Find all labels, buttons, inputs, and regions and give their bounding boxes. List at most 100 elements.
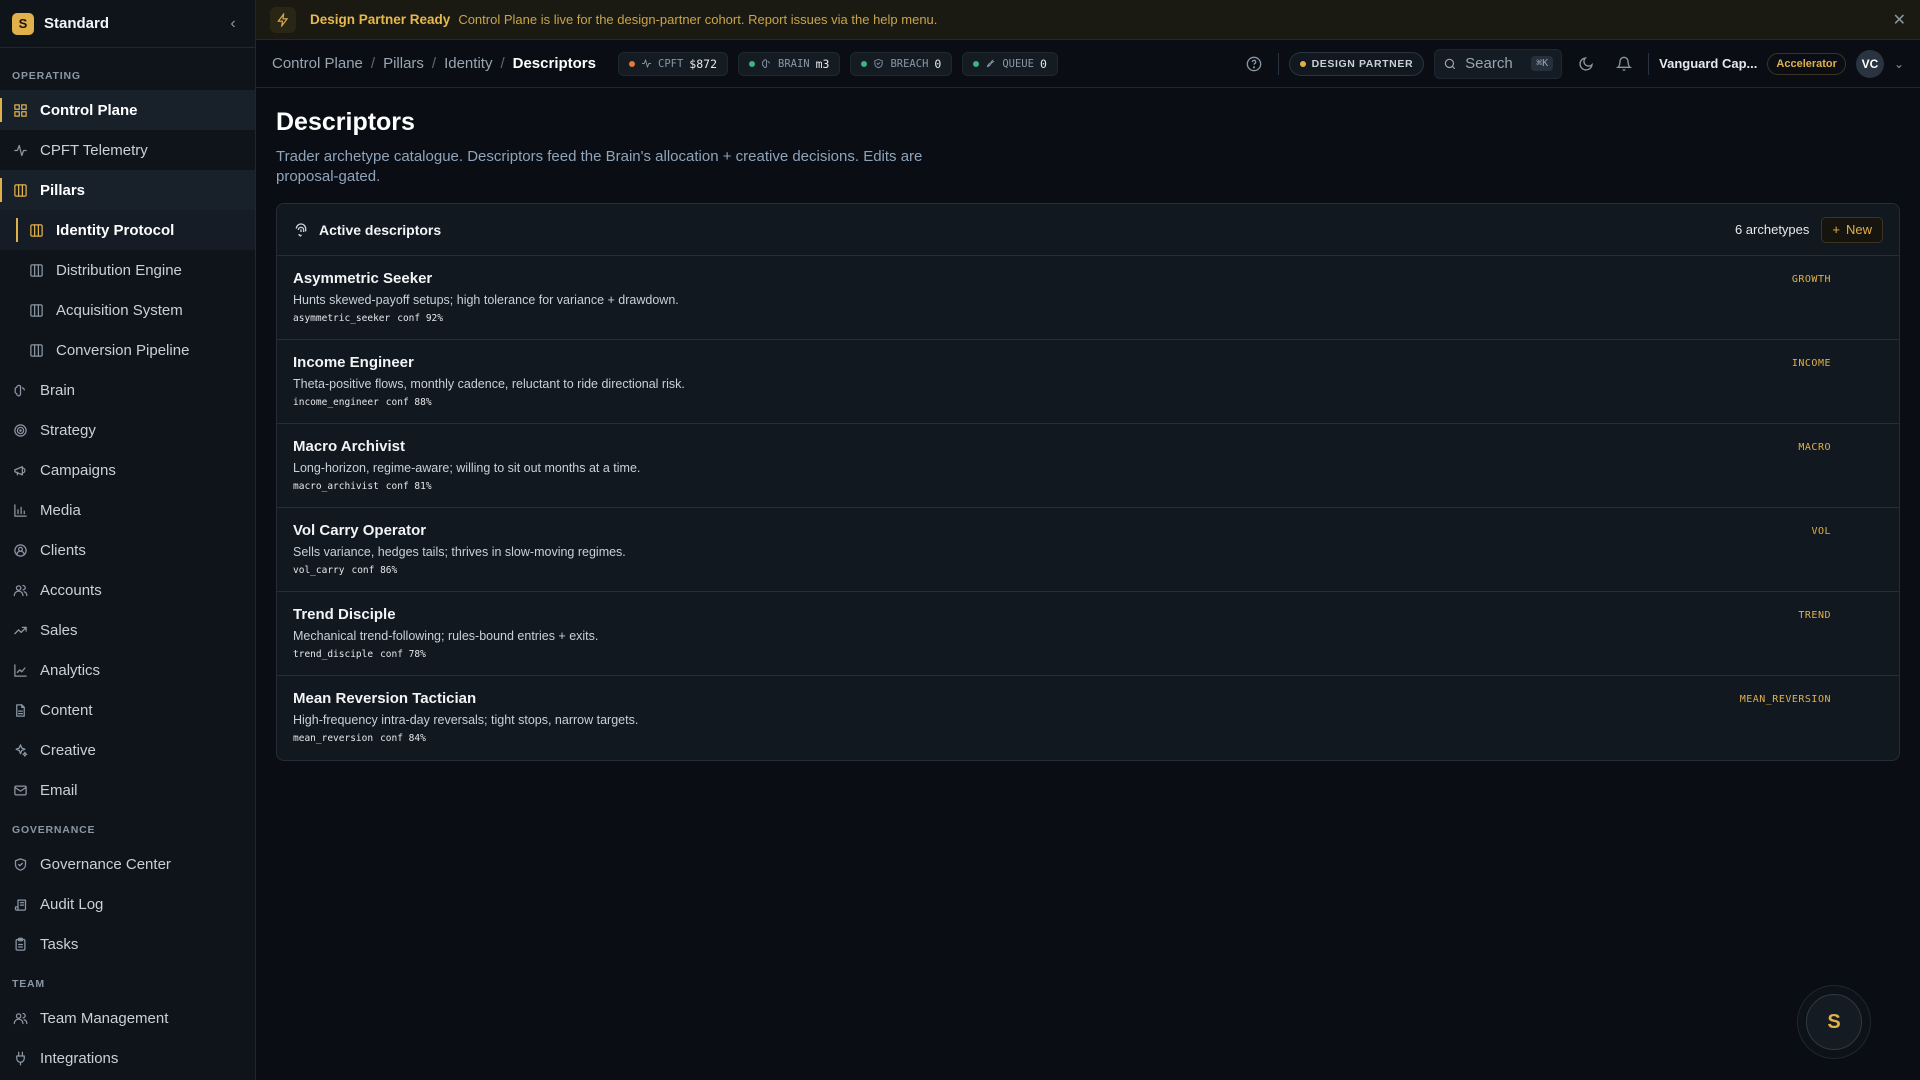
page-description: Trader archetype catalogue. Descriptors … bbox=[276, 148, 923, 185]
sidebar-item-campaigns[interactable]: Campaigns bbox=[0, 450, 255, 490]
target-icon bbox=[12, 422, 28, 438]
close-icon[interactable]: ✕ bbox=[1893, 10, 1906, 30]
sidebar-item-label: CPFT Telemetry bbox=[40, 141, 148, 159]
sidebar-item-identity-protocol[interactable]: Identity Protocol bbox=[0, 210, 255, 250]
sidebar-item-label: Conversion Pipeline bbox=[56, 341, 190, 359]
metric-chip-cpft[interactable]: CPFT $872 bbox=[618, 51, 728, 76]
status-dot bbox=[1299, 60, 1306, 67]
metric-value: 0 bbox=[1039, 56, 1047, 71]
sidebar-item-clients[interactable]: Clients bbox=[0, 530, 255, 570]
sidebar-item-cpft-telemetry[interactable]: CPFT Telemetry bbox=[0, 130, 255, 170]
descriptor-meta: mean_reversion conf 84% bbox=[293, 733, 1831, 744]
descriptor-row[interactable]: Mean Reversion Tactician High-frequency i… bbox=[277, 676, 1899, 760]
sidebar-item-label: Distribution Engine bbox=[56, 261, 182, 279]
org-name[interactable]: Vanguard Cap... bbox=[1659, 56, 1757, 71]
sidebar-item-acquisition-system[interactable]: Acquisition System bbox=[0, 290, 255, 330]
sidebar-item-accounts[interactable]: Accounts bbox=[0, 570, 255, 610]
status-dot bbox=[861, 60, 868, 67]
sidebar-item-tasks[interactable]: Tasks bbox=[0, 924, 255, 964]
sidebar-item-content[interactable]: Content bbox=[0, 690, 255, 730]
columns-icon bbox=[28, 302, 44, 318]
sidebar-item-label: Integrations bbox=[40, 1049, 119, 1067]
descriptor-meta: macro_archivist conf 81% bbox=[293, 481, 1831, 492]
status-dot bbox=[749, 60, 755, 67]
sidebar-item-media[interactable]: Media bbox=[0, 490, 255, 530]
sidebar-item-brain[interactable]: Brain bbox=[0, 370, 255, 410]
columns-icon bbox=[28, 342, 44, 358]
sidebar-item-team-management[interactable]: Team Management bbox=[0, 998, 255, 1038]
badge-label: DESIGN PARTNER bbox=[1311, 57, 1414, 70]
breadcrumb-separator: / bbox=[431, 55, 437, 72]
breadcrumb-item[interactable]: Identity bbox=[444, 55, 492, 72]
descriptor-meta: asymmetric_seeker conf 92% bbox=[293, 313, 1831, 324]
clipboard-icon bbox=[12, 936, 28, 952]
breadcrumb-item[interactable]: Pillars bbox=[383, 55, 424, 72]
scroll-icon bbox=[12, 896, 28, 912]
sidebar-item-email[interactable]: Email bbox=[0, 770, 255, 810]
columns-icon bbox=[28, 262, 44, 278]
help-icon[interactable] bbox=[1240, 50, 1268, 78]
sidebar-item-integrations[interactable]: Integrations bbox=[0, 1038, 255, 1078]
sidebar-item-audit-log[interactable]: Audit Log bbox=[0, 884, 255, 924]
descriptor-key: asymmetric_seeker bbox=[293, 313, 391, 324]
sidebar-item-sales[interactable]: Sales bbox=[0, 610, 255, 650]
sidebar-item-control-plane[interactable]: Control Plane bbox=[0, 90, 255, 130]
breadcrumb-item: Descriptors bbox=[512, 55, 596, 72]
sidebar-item-analytics[interactable]: Analytics bbox=[0, 650, 255, 690]
descriptor-row[interactable]: Macro Archivist Long-horizon, regime-awar… bbox=[277, 424, 1899, 508]
sidebar-item-label: Audit Log bbox=[40, 895, 104, 913]
new-descriptor-button[interactable]: + New bbox=[1821, 216, 1883, 243]
sidebar-item-label: Analytics bbox=[40, 661, 101, 679]
line-chart-icon bbox=[12, 662, 28, 678]
descriptor-row[interactable]: Asymmetric Seeker Hunts skewed-payoff set… bbox=[277, 256, 1899, 340]
descriptor-confidence: conf 84% bbox=[380, 733, 426, 744]
descriptor-row[interactable]: Vol Carry Operator Sells variance, hedges… bbox=[277, 508, 1899, 592]
metric-label: BREACH bbox=[890, 57, 929, 70]
sidebar-item-strategy[interactable]: Strategy bbox=[0, 410, 255, 450]
sidebar-item-distribution-engine[interactable]: Distribution Engine bbox=[0, 250, 255, 290]
sidebar-item-pillars[interactable]: Pillars bbox=[0, 170, 255, 210]
topbar: Control Plane / Pillars / Identity / Descripto… bbox=[256, 40, 1920, 88]
search-icon bbox=[1444, 58, 1456, 69]
metric-chips: CPFT $872 BRAIN m3 BREACH 0 QUEUE 0 bbox=[618, 51, 1058, 76]
metric-chip-breach[interactable]: BREACH 0 bbox=[850, 51, 953, 76]
descriptor-name: Macro Archivist bbox=[293, 438, 405, 455]
status-dot bbox=[629, 60, 635, 67]
sidebar-item-governance-center[interactable]: Governance Center bbox=[0, 844, 255, 884]
sidebar-item-label: Team Management bbox=[40, 1009, 169, 1027]
shield-icon bbox=[873, 58, 884, 69]
breadcrumb-separator: / bbox=[370, 55, 376, 72]
descriptor-row[interactable]: Trend Disciple Mechanical trend-following… bbox=[277, 592, 1899, 676]
sidebar-item-label: Sales bbox=[40, 621, 78, 639]
descriptor-key: trend_disciple bbox=[293, 649, 374, 660]
breadcrumb-item[interactable]: Control Plane bbox=[272, 55, 363, 72]
avatar[interactable]: VC bbox=[1855, 49, 1884, 78]
descriptor-name: Income Engineer bbox=[293, 354, 414, 371]
workspace-name: Standard bbox=[44, 15, 110, 32]
status-dot bbox=[973, 60, 980, 67]
bell-icon[interactable] bbox=[1610, 50, 1638, 78]
metric-chip-queue[interactable]: QUEUE 0 bbox=[962, 51, 1058, 76]
sidebar-nav: OPERATING Control Plane CPFT Telemetry Pill… bbox=[0, 48, 255, 1080]
descriptor-tag: INCOME bbox=[1791, 358, 1831, 369]
sidebar-section-label: OPERATING bbox=[12, 70, 81, 82]
workspace-switcher[interactable]: S Standard ‹ bbox=[0, 0, 255, 48]
search-input[interactable]: Search ⌘K bbox=[1434, 48, 1563, 79]
descriptor-row[interactable]: Income Engineer Theta-positive flows, mon… bbox=[277, 340, 1899, 424]
collapse-sidebar-icon[interactable]: ‹ bbox=[223, 15, 243, 33]
descriptor-meta: vol_carry conf 86% bbox=[293, 565, 1831, 576]
descriptor-description: Theta-positive flows, monthly cadence, r… bbox=[293, 377, 685, 391]
assistant-button[interactable]: S bbox=[1806, 994, 1862, 1050]
metric-chip-brain[interactable]: BRAIN m3 bbox=[738, 51, 841, 76]
chevron-down-icon[interactable]: ⌄ bbox=[1894, 57, 1904, 71]
sidebar-item-conversion-pipeline[interactable]: Conversion Pipeline bbox=[0, 330, 255, 370]
descriptor-key: mean_reversion bbox=[293, 733, 374, 744]
sidebar-item-creative[interactable]: Creative bbox=[0, 730, 255, 770]
user-circle-icon bbox=[12, 542, 28, 558]
breadcrumb-separator: / bbox=[500, 55, 505, 72]
divider bbox=[1648, 52, 1650, 75]
search-placeholder: Search bbox=[1465, 55, 1513, 72]
card-title: Active descriptors bbox=[319, 221, 442, 238]
archetype-count: 6 archetypes bbox=[1734, 222, 1810, 237]
moon-icon[interactable] bbox=[1572, 50, 1600, 78]
